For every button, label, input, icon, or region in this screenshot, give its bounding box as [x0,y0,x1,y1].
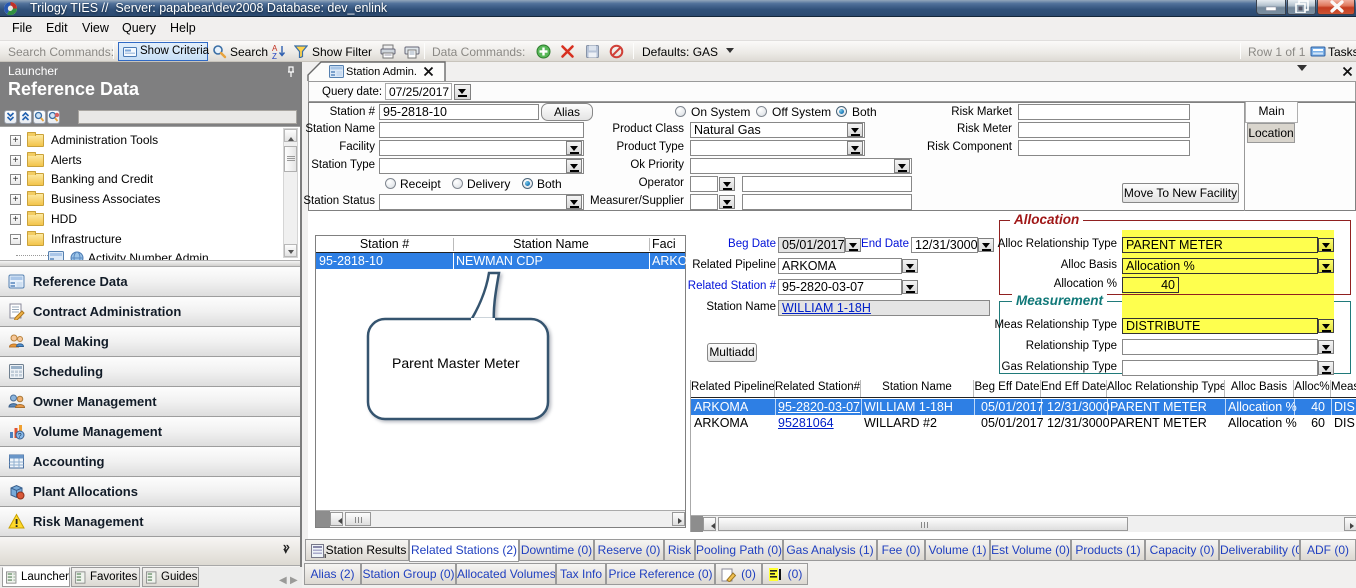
svg-text:Z: Z [272,52,277,59]
svg-text:?: ? [18,433,22,440]
svg-text:Parent Master Meter: Parent Master Meter [392,355,520,371]
